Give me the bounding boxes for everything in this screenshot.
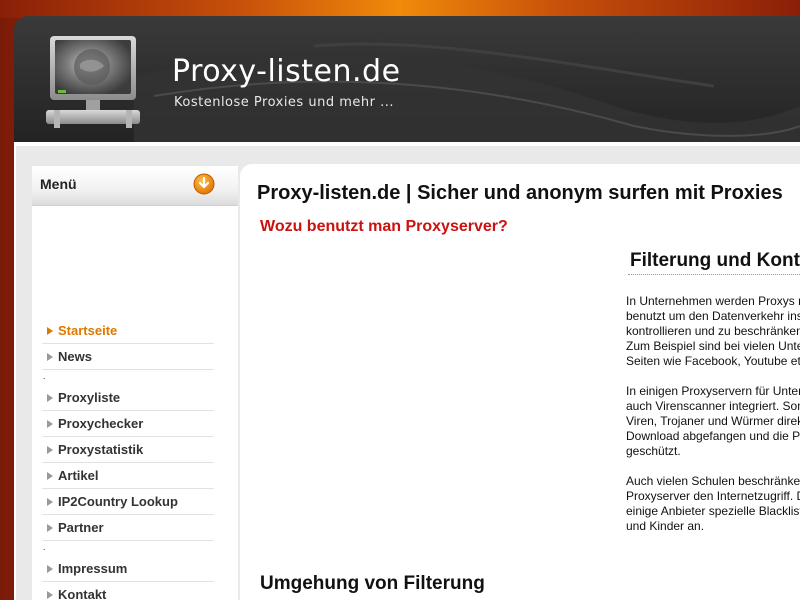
triangle-right-icon	[42, 497, 58, 506]
sidebar-item-label: Proxychecker	[58, 416, 144, 431]
paragraph: In einigen Proxyservern für Unternehmen …	[626, 384, 800, 459]
menu-separator: .	[43, 371, 46, 381]
text-line: In Unternehmen werden Proxys meist	[626, 294, 800, 308]
sidebar-item-label: Startseite	[58, 323, 118, 338]
text-line: kontrollieren und zu beschränken.	[626, 324, 800, 338]
menu-header: Menü	[32, 166, 238, 206]
text-line: geschützt.	[626, 444, 681, 458]
triangle-right-icon	[42, 393, 58, 402]
sidebar-item-ip2country[interactable]: IP2Country Lookup	[42, 489, 214, 515]
column-heading-divider	[628, 274, 800, 275]
main-wrapper: Menü Startseite News . Proxyliste Proxyc…	[14, 142, 800, 600]
sidebar-item-label: IP2Country Lookup	[58, 494, 178, 509]
sidebar-item-label: Proxystatistik	[58, 442, 144, 457]
triangle-right-icon	[42, 419, 58, 428]
site-title[interactable]: Proxy-listen.de	[172, 54, 401, 89]
triangle-right-icon	[42, 471, 58, 480]
sidebar-item-artikel[interactable]: Artikel	[42, 463, 214, 489]
triangle-right-icon	[42, 523, 58, 532]
sidebar-item-label: Proxyliste	[58, 390, 121, 405]
sidebar-item-proxystatistik[interactable]: Proxystatistik	[42, 437, 214, 463]
text-line: Viren, Trojaner und Würmer direkt beim	[626, 414, 800, 428]
sidebar-item-proxyliste[interactable]: Proxyliste	[42, 385, 214, 411]
main-inner: Menü Startseite News . Proxyliste Proxyc…	[16, 146, 800, 600]
triangle-right-icon	[42, 590, 58, 599]
sidebar-item-label: Kontakt	[58, 587, 107, 600]
text-line: Seiten wie Facebook, Youtube etc. gesper…	[626, 354, 800, 368]
column-text: In Unternehmen werden Proxys meist benut…	[626, 294, 800, 549]
monitor-logo-icon	[46, 36, 140, 128]
paragraph: Auch vielen Schulen beschränken über Pro…	[626, 474, 800, 534]
paragraph: In Unternehmen werden Proxys meist benut…	[626, 294, 800, 369]
menu-separator: .	[43, 542, 46, 552]
content-area: Proxy-listen.de | Sicher und anonym surf…	[240, 164, 800, 600]
menu-title: Menü	[40, 176, 77, 192]
sidebar-item-label: Partner	[58, 520, 104, 535]
sidebar-item-label: Impressum	[58, 561, 128, 576]
section-heading-umgehung: Umgehung von Filterung	[260, 573, 485, 594]
triangle-right-icon	[42, 352, 58, 361]
page-title: Proxy-listen.de | Sicher und anonym surf…	[257, 182, 783, 204]
sidebar-item-proxychecker[interactable]: Proxychecker	[42, 411, 214, 437]
sidebar-item-impressum[interactable]: Impressum	[42, 556, 214, 582]
sidebar-item-news[interactable]: News	[42, 344, 214, 370]
text-line: Zum Beispiel sind bei vielen Unternehmen	[626, 339, 800, 353]
sidebar-item-kontakt[interactable]: Kontakt	[42, 582, 214, 600]
sidebar-item-label: News	[58, 349, 92, 364]
menu-list: Startseite News . Proxyliste Proxychecke…	[42, 318, 214, 600]
text-line: Auch vielen Schulen beschränken über	[626, 474, 800, 488]
sidebar-item-startseite[interactable]: Startseite	[42, 318, 214, 344]
text-line: auch Virenscanner integriert. Somit werd…	[626, 399, 800, 413]
sidebar-menu: Menü Startseite News . Proxyliste Proxyc…	[32, 166, 238, 600]
text-line: Proxyserver den Internetzugriff. Dabei b…	[626, 489, 800, 503]
site-subtitle: Kostenlose Proxies und mehr ...	[174, 95, 394, 110]
text-line: benutzt um den Datenverkehr ins Internet…	[626, 309, 800, 323]
sidebar-item-label: Artikel	[58, 468, 99, 483]
section-subheading: Wozu benutzt man Proxyserver?	[260, 218, 508, 235]
triangle-right-icon	[42, 326, 58, 335]
triangle-right-icon	[42, 445, 58, 454]
site-header: Proxy-listen.de Kostenlose Proxies und m…	[14, 16, 800, 142]
text-line: In einigen Proxyservern für Unternehmen …	[626, 384, 800, 398]
triangle-right-icon	[42, 564, 58, 573]
text-line: einige Anbieter spezielle Blacklists für…	[626, 504, 800, 518]
column-heading: Filterung und Kontrolle	[630, 250, 800, 271]
text-line: Download abgefangen und die PCs	[626, 429, 800, 443]
sidebar-item-partner[interactable]: Partner	[42, 515, 214, 541]
text-line: und Kinder an.	[626, 519, 705, 533]
orange-circle-down-arrow-icon	[193, 173, 215, 195]
